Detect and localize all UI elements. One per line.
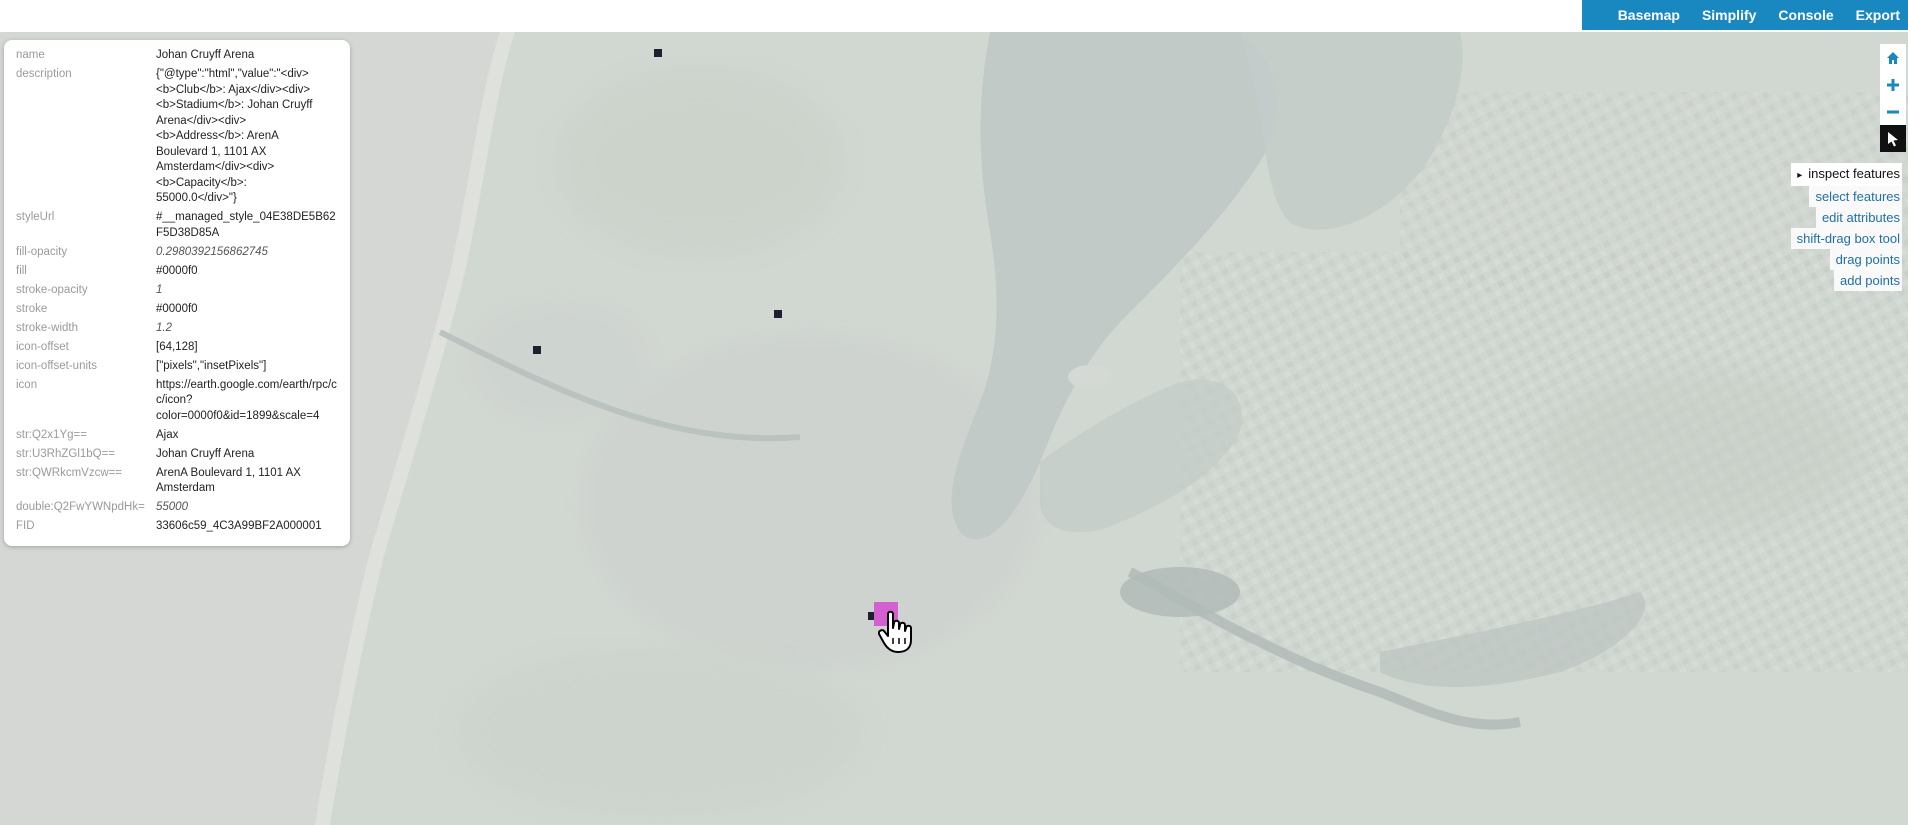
property-value: 33606c59_4C3A99BF2A000001 <box>156 520 322 532</box>
property-key: stroke-width <box>16 321 78 334</box>
property-value: 55000 <box>156 501 188 513</box>
tool-options: inspect featuresselect featuresedit attr… <box>1790 163 1902 291</box>
property-key: fill-opacity <box>16 245 68 258</box>
map-point-feature[interactable] <box>654 49 662 57</box>
property-row: stroke-opacity 1 <box>16 283 340 299</box>
property-row: str:U3RhZGl1bQ== Johan Cruyff Arena <box>16 447 340 463</box>
property-row: name Johan Cruyff Arena <box>16 48 340 64</box>
property-key: fill <box>16 264 27 277</box>
home-icon <box>1887 51 1899 64</box>
property-value: 1.2 <box>156 321 172 334</box>
property-key: icon-offset <box>16 340 69 353</box>
tool-add-points[interactable]: add points <box>1834 270 1902 291</box>
zoom-out-button[interactable] <box>1880 98 1906 125</box>
property-value: 0.2980392156862745 <box>156 245 268 258</box>
tool-select-features[interactable]: select features <box>1809 186 1902 207</box>
highlighted-feature[interactable] <box>874 602 898 626</box>
property-value: Johan Cruyff Arena <box>156 49 255 61</box>
property-row: styleUrl #__managed_style_04E38DE5B62F5D3… <box>16 210 340 241</box>
property-key: stroke-opacity <box>16 283 88 296</box>
tool-drag-points[interactable]: drag points <box>1829 249 1902 270</box>
simplify-menu[interactable]: Simplify <box>1702 7 1756 23</box>
property-row: double:Q2FwYWNpdHk= 55000 <box>16 500 340 516</box>
map-controls <box>1880 44 1906 152</box>
pointer-icon <box>1888 131 1898 146</box>
main-menu: Basemap Simplify Console Export <box>1581 0 1908 30</box>
property-row: str:Q2x1Yg== Ajax <box>16 428 340 444</box>
property-key: icon <box>16 378 38 391</box>
property-row: stroke-width 1.2 <box>16 321 340 337</box>
property-row: fill-opacity 0.2980392156862745 <box>16 245 340 261</box>
property-key: str:Q2x1Yg== <box>16 428 87 441</box>
tool-inspect-features[interactable]: inspect features <box>1791 163 1902 186</box>
property-row: icon-offset-units ["pixels","insetPixels"… <box>16 359 340 375</box>
property-row: icon https://earth.google.com/earth/rpc/c… <box>16 378 340 425</box>
property-value: #0000f0 <box>156 264 198 277</box>
map-point-feature[interactable] <box>774 310 782 318</box>
export-menu[interactable]: Export <box>1856 7 1900 23</box>
property-value: Johan Cruyff Arena <box>156 447 255 460</box>
property-row: description {"@type":"html","value":"<div… <box>16 67 340 207</box>
property-value: Ajax <box>156 428 179 441</box>
property-value: https://earth.google.com/earth/rpc/cc/ic… <box>156 378 337 422</box>
tool-edit-attributes[interactable]: edit attributes <box>1815 207 1902 228</box>
property-value: 1 <box>156 283 163 296</box>
property-value: #__managed_style_04E38DE5B62F5D38D85A <box>156 211 336 239</box>
property-key: str:QWRkcmVzcw== <box>16 466 123 479</box>
basemap-menu[interactable]: Basemap <box>1618 7 1680 23</box>
property-key: str:U3RhZGl1bQ== <box>16 447 116 460</box>
property-key: styleUrl <box>16 211 55 223</box>
property-value: {"@type":"html","value":"<div> <b>Club</… <box>156 68 313 204</box>
property-key: icon-offset-units <box>16 359 97 372</box>
property-value: [64,128] <box>156 340 198 353</box>
property-row: stroke #0000f0 <box>16 302 340 318</box>
property-key: double:Q2FwYWNpdHk= <box>16 501 145 513</box>
tool-shift-drag-box-tool[interactable]: shift-drag box tool <box>1790 228 1902 249</box>
property-key: name <box>16 49 45 61</box>
property-value: ArenA Boulevard 1, 1101 AX Amsterdam <box>156 466 301 495</box>
property-value: ["pixels","insetPixels"] <box>156 359 267 372</box>
property-row: str:QWRkcmVzcw== ArenA Boulevard 1, 1101 … <box>16 466 340 497</box>
home-button[interactable] <box>1880 44 1906 71</box>
zoom-in-button[interactable] <box>1880 71 1906 98</box>
property-key: description <box>16 68 72 80</box>
console-menu[interactable]: Console <box>1778 7 1833 23</box>
property-row: FID 33606c59_4C3A99BF2A000001 <box>16 519 340 535</box>
top-bar: Basemap Simplify Console Export <box>0 0 1908 32</box>
property-row: fill #0000f0 <box>16 264 340 280</box>
zoom-out-icon <box>1887 110 1899 113</box>
feature-properties-popup: name Johan Cruyff Arena description {"@type… <box>4 40 350 546</box>
zoom-in-icon <box>1887 78 1899 91</box>
pointer-tool-button[interactable] <box>1880 125 1906 152</box>
property-row: icon-offset [64,128] <box>16 340 340 356</box>
map-point-feature[interactable] <box>533 346 541 354</box>
property-key: FID <box>16 520 35 532</box>
property-key: stroke <box>16 302 48 315</box>
property-value: #0000f0 <box>156 302 198 315</box>
